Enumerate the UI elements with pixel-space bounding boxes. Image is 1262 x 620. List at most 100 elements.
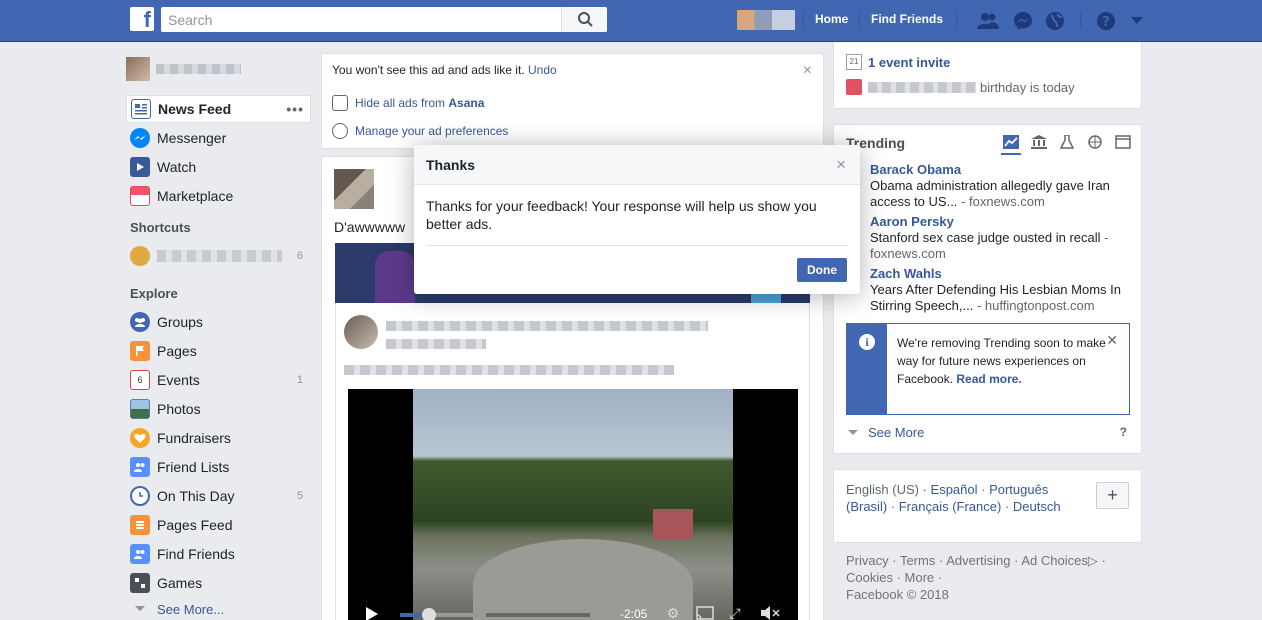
footer-link[interactable]: Privacy	[846, 553, 889, 568]
sidebar-item-groups[interactable]: Groups	[126, 307, 311, 336]
search-input[interactable]	[161, 7, 566, 32]
dialog-body: Thanks for your feedback! Your response …	[426, 198, 817, 232]
event-invite-row[interactable]: 21 1 event invite	[846, 54, 950, 70]
footer-link[interactable]: Advertising	[946, 553, 1010, 568]
more-options-icon[interactable]: •••	[286, 101, 304, 117]
footer: Privacy · Terms · Advertising · Ad Choic…	[846, 553, 1106, 602]
sidebar-item-find-friends[interactable]: Find Friends	[126, 539, 311, 568]
topic-title: Barack Obama	[870, 162, 962, 177]
find-friends-icon	[130, 543, 150, 564]
add-language-button[interactable]: +	[1096, 482, 1129, 509]
manage-ad-preferences-link[interactable]: Manage your ad preferences	[332, 123, 508, 139]
trending-see-more[interactable]: See More	[848, 425, 924, 440]
facebook-logo-icon[interactable]: f	[130, 7, 154, 32]
home-link[interactable]: Home	[815, 12, 848, 26]
shared-text-blurred	[344, 365, 674, 375]
sidebar-item-news-feed[interactable]: News Feed •••	[126, 95, 311, 123]
video-frame	[413, 389, 733, 620]
cast-icon[interactable]	[696, 605, 714, 620]
nav-divider	[859, 12, 860, 28]
see-more-link[interactable]: See More...	[126, 597, 311, 620]
video-time: -2:05	[620, 607, 648, 620]
entertainment-icon[interactable]	[1113, 135, 1133, 155]
done-button[interactable]: Done	[797, 258, 847, 282]
gear-icon	[332, 123, 348, 139]
read-more-link[interactable]: Read more.	[956, 372, 1021, 386]
hide-all-ads-link[interactable]: Hide all ads from Asana	[332, 95, 484, 111]
language-selector-card: English (US) · Español · Português (Bras…	[833, 469, 1142, 543]
profile-name-blurred	[156, 64, 241, 74]
politics-building-icon[interactable]	[1029, 135, 1049, 155]
messenger-icon	[130, 127, 150, 148]
sports-ball-icon[interactable]	[1085, 135, 1105, 155]
on-this-day-clock-icon	[130, 485, 150, 506]
sidebar-item-photos[interactable]: Photos	[126, 394, 311, 423]
sidebar-item-label: Pages	[157, 342, 197, 359]
trending-help-icon[interactable]: ?	[1120, 425, 1127, 439]
mute-icon[interactable]	[758, 605, 782, 620]
birthday-text: birthday is today	[980, 79, 1075, 95]
sidebar-item-pages[interactable]: Pages	[126, 336, 311, 365]
close-icon[interactable]: ✕	[1106, 332, 1118, 349]
explore-heading: Explore	[130, 286, 178, 301]
profile-avatar-link[interactable]	[737, 10, 795, 30]
play-icon[interactable]	[366, 607, 378, 620]
sidebar-item-games[interactable]: Games	[126, 568, 311, 597]
settings-gear-icon[interactable]: ⚙	[664, 605, 682, 620]
undo-link[interactable]: Undo	[528, 63, 557, 77]
birthday-row[interactable]: birthday is today	[846, 79, 1075, 95]
info-icon: i	[859, 334, 875, 350]
trending-topic[interactable]: Zach Wahls Years After Defending His Les…	[870, 266, 1138, 314]
language-option[interactable]: Français (France)	[899, 499, 1002, 514]
games-icon	[130, 572, 150, 593]
hide-all-prefix: Hide all ads from	[355, 96, 446, 110]
fullscreen-icon[interactable]: ⤢	[726, 605, 744, 620]
notifications-globe-icon[interactable]	[1044, 10, 1066, 32]
trending-card: Trending Barack Obama Obama administrati…	[833, 124, 1142, 454]
ad-hidden-text: You won't see this ad and ads like it.	[332, 63, 525, 77]
topic-title: Aaron Persky	[870, 214, 954, 229]
sidebar-item-events[interactable]: 6 Events 1	[126, 365, 311, 394]
hide-ads-icon	[332, 95, 348, 111]
sidebar-item-label: Pages Feed	[157, 516, 233, 533]
sidebar-item-marketplace[interactable]: Marketplace	[126, 181, 311, 210]
messenger-icon[interactable]	[1012, 10, 1034, 32]
shortcut-item[interactable]: 6	[126, 241, 311, 270]
footer-link[interactable]: Terms	[900, 553, 935, 568]
close-icon[interactable]: ×	[803, 62, 812, 80]
footer-link[interactable]: Cookies	[846, 570, 893, 585]
trending-topic[interactable]: Barack Obama Obama administration allege…	[870, 162, 1138, 210]
post-author-avatar[interactable]	[334, 169, 374, 209]
language-option[interactable]: Deutsch	[1013, 499, 1061, 514]
footer-link[interactable]: More	[905, 570, 935, 585]
event-invite-link[interactable]: 1 event invite	[868, 55, 950, 70]
find-friends-link[interactable]: Find Friends	[871, 12, 943, 26]
shortcut-name-blurred	[157, 249, 282, 262]
top-trends-chart-icon[interactable]	[1001, 135, 1021, 155]
sidebar-item-fundraisers[interactable]: Fundraisers	[126, 423, 311, 452]
profile-link[interactable]	[126, 55, 311, 85]
shared-author-avatar[interactable]	[344, 315, 378, 349]
shared-post: -2:05 ⚙ ⤢	[335, 303, 810, 620]
language-option[interactable]: Español	[931, 482, 978, 497]
language-list: English (US) · Español · Português (Bras…	[846, 482, 1061, 514]
sidebar-item-messenger[interactable]: Messenger	[126, 123, 311, 152]
close-icon[interactable]: ×	[836, 155, 846, 175]
footer-link[interactable]: Ad Choices	[1021, 553, 1087, 568]
video-player[interactable]: -2:05 ⚙ ⤢	[348, 389, 798, 620]
help-icon[interactable]: ?	[1095, 10, 1117, 32]
sidebar-item-pages-feed[interactable]: Pages Feed	[126, 510, 311, 539]
sidebar-item-label: Groups	[157, 313, 203, 330]
topic-source: foxnews.com	[969, 194, 1045, 209]
friend-requests-icon[interactable]	[977, 10, 999, 32]
topic-source: huffingtonpost.com	[984, 298, 1095, 313]
account-menu-chevron-down-icon[interactable]	[1126, 10, 1148, 32]
sidebar-item-friend-lists[interactable]: Friend Lists	[126, 452, 311, 481]
chevron-down-icon	[848, 429, 858, 435]
science-flask-icon[interactable]	[1057, 134, 1077, 155]
search-button[interactable]	[561, 7, 607, 32]
sidebar-item-watch[interactable]: Watch	[126, 152, 311, 181]
sidebar-item-on-this-day[interactable]: On This Day 5	[126, 481, 311, 510]
video-scrubber-handle[interactable]	[421, 608, 436, 620]
trending-topic[interactable]: Aaron Persky Stanford sex case judge ous…	[870, 214, 1138, 262]
